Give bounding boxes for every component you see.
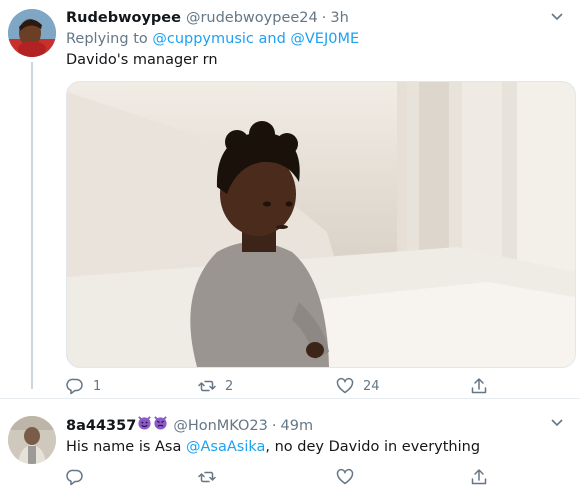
tweet-text: His name is Asa @AsaAsika, no dey Davido… [66, 437, 570, 457]
reply-button[interactable]: 1 [66, 377, 101, 395]
tweet-actions [66, 467, 574, 487]
photo-image [67, 82, 575, 367]
tweet[interactable]: 8a44357 @HonMKO23 · 49m His name is Asa … [66, 415, 570, 457]
mention-link-asaasika[interactable]: @AsaAsika [186, 439, 265, 455]
reply-button[interactable] [66, 468, 84, 486]
retweet-count: 2 [225, 378, 234, 394]
user-handle[interactable]: @HonMKO23 [173, 417, 268, 436]
tweet-text: Davido's manager rn [66, 52, 218, 68]
heart-icon [336, 377, 354, 394]
chevron-down-icon[interactable] [550, 11, 564, 23]
retweet-icon [198, 380, 216, 392]
share-button[interactable] [470, 468, 488, 486]
angry-devil-emoji [154, 416, 168, 430]
reply-icon [66, 469, 83, 486]
avatar-image [8, 416, 56, 464]
smiling-devil-emoji [138, 416, 152, 430]
reply-count: 1 [93, 378, 102, 394]
mention-link-cuppymusic[interactable]: @cuppymusic [152, 31, 254, 47]
mention-link-vejome[interactable]: @VEJ0ME [290, 31, 359, 47]
reply-icon [66, 378, 83, 395]
heart-icon [336, 468, 354, 485]
replying-prefix: Replying to [66, 31, 148, 47]
like-button[interactable] [336, 468, 354, 486]
tweet-text-prefix: His name is Asa [66, 439, 182, 455]
like-button[interactable]: 24 [336, 377, 380, 395]
replying-and[interactable]: and [259, 31, 286, 47]
separator-dot: · [321, 10, 327, 26]
thread-connector-line [31, 62, 33, 389]
retweet-icon [198, 471, 216, 483]
display-name[interactable]: 8a44357 [66, 417, 136, 436]
avatar[interactable] [8, 416, 56, 464]
share-button[interactable] [470, 377, 488, 395]
user-handle[interactable]: @rudebwoypee24 [186, 9, 318, 28]
tweet-text-suffix: , no dey Davido in everything [265, 439, 481, 455]
tweet-divider [0, 398, 580, 399]
tweet-actions: 1 2 24 [66, 376, 574, 396]
tweet-media-photo[interactable] [66, 81, 576, 368]
replying-to-line: Replying to @cuppymusic and @VEJ0ME [66, 29, 570, 49]
tweet[interactable]: Rudebwoypee @rudebwoypee24 · 3h Replying… [66, 9, 570, 70]
chevron-down-icon[interactable] [550, 417, 564, 429]
like-count: 24 [363, 378, 380, 394]
display-name[interactable]: Rudebwoypee [66, 9, 181, 28]
timestamp[interactable]: 3h [330, 9, 348, 28]
avatar[interactable] [8, 9, 56, 57]
retweet-button[interactable] [198, 468, 216, 486]
timestamp[interactable]: 49m [281, 417, 314, 436]
retweet-button[interactable]: 2 [198, 377, 233, 395]
share-icon [471, 469, 487, 485]
share-icon [471, 378, 487, 394]
separator-dot: · [271, 418, 277, 434]
avatar-image [8, 9, 56, 57]
